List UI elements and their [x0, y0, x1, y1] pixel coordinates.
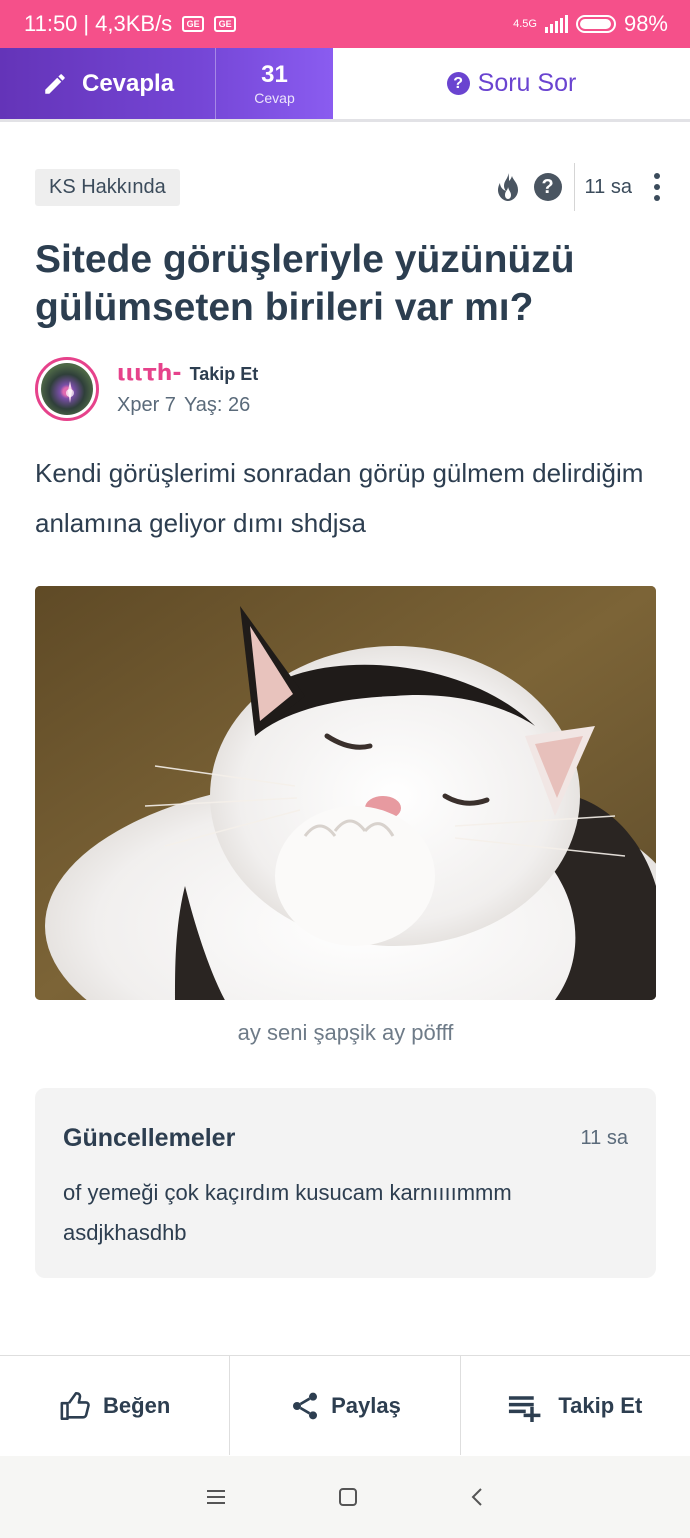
home-square-icon[interactable]: [338, 1487, 358, 1507]
status-right: 4.5G 98%: [513, 11, 668, 37]
updates-time: 11 sa: [580, 1127, 628, 1149]
back-chevron-icon[interactable]: [469, 1486, 485, 1508]
share-icon: [293, 1392, 318, 1419]
status-left: 11:50 | 4,3KB/s GE GE: [24, 11, 237, 37]
answer-button[interactable]: Cevapla 31 Cevap: [0, 48, 333, 119]
post-time: 11 sa: [584, 175, 632, 198]
meta-divider: [573, 163, 575, 211]
battery-icon: [575, 15, 616, 33]
status-speed: 4,3KB/s: [95, 11, 173, 36]
follow-author-button[interactable]: Takip Et: [190, 364, 259, 385]
share-button[interactable]: Paylaş: [229, 1356, 459, 1455]
battery-level: 98%: [623, 11, 668, 36]
top-action-bar: Cevapla 31 Cevap ? Soru Sor: [0, 48, 690, 122]
category-tag[interactable]: KS Hakkında: [35, 168, 180, 206]
avatar-art: [66, 381, 74, 403]
post-meta-row: KS Hakkında ? 11 sa: [35, 163, 660, 211]
network-type: 4.5G: [513, 17, 537, 30]
like-button[interactable]: Beğen: [0, 1356, 229, 1455]
thumbs-up-icon: [60, 1391, 90, 1420]
answer-main[interactable]: Cevapla: [0, 48, 216, 119]
follow-label: Takip Et: [558, 1392, 643, 1418]
flame-icon: [497, 173, 518, 201]
updates-box: Güncellemeler 11 sa of yemeği çok kaçırd…: [35, 1088, 656, 1278]
question-image[interactable]: [35, 586, 656, 1000]
answer-count-number: 31: [261, 60, 288, 88]
author-row: ιιιτh- Takip Et Xper 7 Yaş: 26: [35, 356, 660, 422]
cat-illustration: [35, 586, 656, 1000]
question-body: Kendi görüşlerimi sonradan görüp gülmem …: [35, 458, 644, 538]
more-vertical-icon[interactable]: [654, 173, 660, 201]
updates-text: of yemeği çok kaçırdım kusucam karnıııım…: [63, 1180, 512, 1245]
answer-count[interactable]: 31 Cevap: [216, 60, 333, 106]
menu-icon[interactable]: [205, 1488, 227, 1506]
status-time: 11:50: [24, 11, 78, 36]
gmail-notification-icon-2: GE: [214, 16, 237, 32]
author-username[interactable]: ιιιτh-: [117, 361, 182, 386]
avatar-image: [41, 363, 93, 415]
status-bar: 11:50 | 4,3KB/s GE GE 4.5G 98%: [0, 0, 690, 48]
author-level: Xper 7: [117, 394, 176, 416]
help-icon[interactable]: ?: [533, 173, 562, 201]
answer-count-label: Cevap: [254, 89, 295, 106]
ask-label: Soru Sor: [477, 69, 577, 97]
bottom-action-bar: Beğen Paylaş Takip Et: [0, 1355, 690, 1455]
avatar[interactable]: [35, 357, 99, 421]
question-title: Sitede görüşleriyle yüzünüzü gülümseten …: [35, 238, 575, 329]
image-caption: ay seni şapşik ay pöfff: [237, 1020, 454, 1045]
system-navigation-bar: [0, 1456, 690, 1538]
author-age: Yaş: 26: [183, 394, 251, 416]
meta-right: ? 11 sa: [496, 163, 660, 211]
question-circle-icon: ?: [446, 72, 470, 95]
playlist-add-icon: [509, 1395, 541, 1422]
pencil-icon: [45, 73, 65, 94]
like-label: Beğen: [103, 1392, 171, 1418]
updates-title: Güncellemeler: [63, 1124, 236, 1152]
answer-label: Cevapla: [82, 69, 175, 97]
author-info: ιιιτh- Takip Et Xper 7 Yaş: 26: [117, 361, 258, 417]
ask-question-button[interactable]: ? Soru Sor: [333, 48, 690, 119]
follow-button[interactable]: Takip Et: [459, 1356, 690, 1455]
gmail-notification-icon: GE: [182, 16, 205, 32]
share-label: Paylaş: [331, 1392, 401, 1418]
signal-icon: [544, 15, 568, 33]
